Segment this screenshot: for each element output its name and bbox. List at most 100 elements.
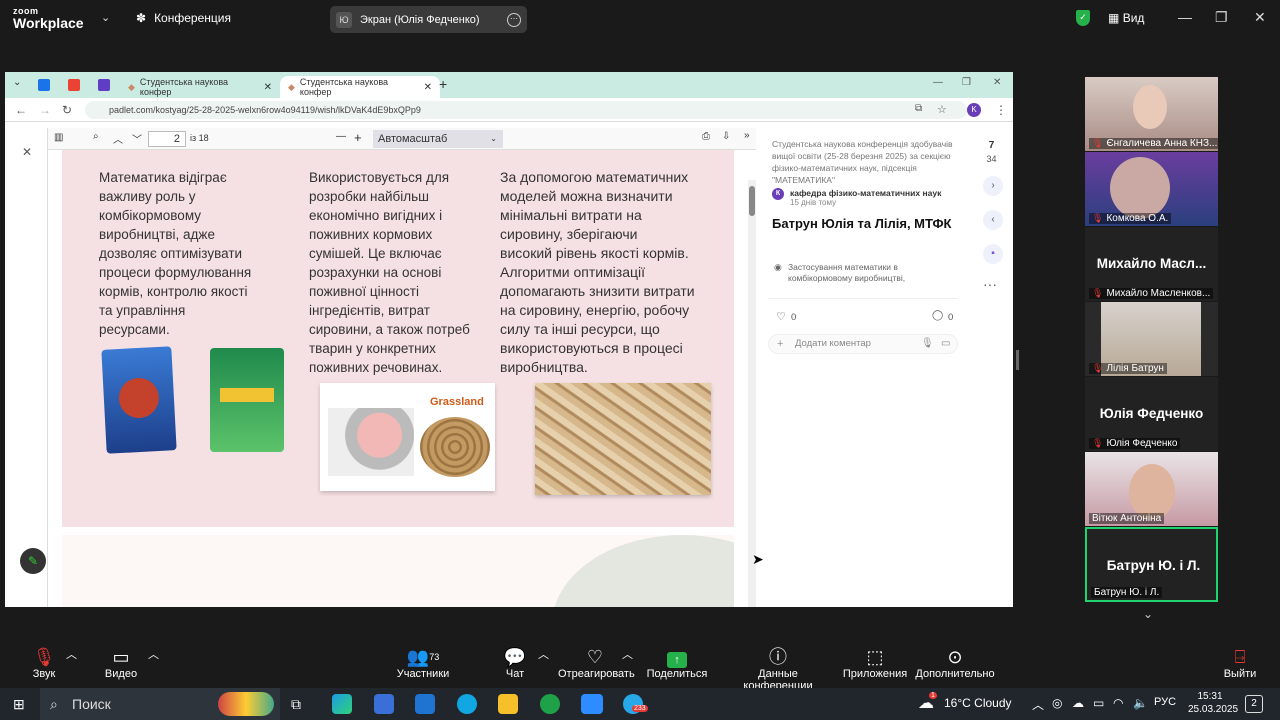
- cloud-sync-icon[interactable]: ☁: [1072, 696, 1084, 710]
- next-page-icon[interactable]: ﹀: [132, 131, 142, 146]
- close-icon[interactable]: ✕: [993, 77, 1001, 88]
- participant-tile[interactable]: Михайло Масл... 🎙 Михайло Масленков...: [1085, 227, 1218, 301]
- notification-center-icon[interactable]: 2: [1245, 695, 1263, 713]
- heart-icon[interactable]: ♡: [776, 310, 786, 323]
- tray-chevron-icon[interactable]: ︿: [1032, 696, 1044, 713]
- close-icon[interactable]: ✕: [1254, 9, 1266, 26]
- volume-icon[interactable]: 🔈: [1133, 696, 1148, 710]
- edit-pencil-icon[interactable]: ✎: [20, 548, 46, 574]
- battery-icon[interactable]: ▭: [1093, 696, 1104, 710]
- leave-button[interactable]: ⍈ Выйти: [1222, 646, 1258, 680]
- scrollbar-thumb[interactable]: [749, 186, 755, 216]
- minimize-icon[interactable]: —: [1178, 9, 1192, 25]
- mic-icon[interactable]: 🎙: [921, 335, 934, 353]
- zoom-taskbar-icon[interactable]: [581, 694, 603, 714]
- more-icon[interactable]: ···: [983, 276, 997, 292]
- comments-panel-icon[interactable]: ▪: [983, 244, 1003, 264]
- participant-tile[interactable]: 🎙 Єнгаличева Анна КНЗ...: [1085, 77, 1218, 151]
- apps-button[interactable]: ⬚ Приложения: [842, 646, 908, 680]
- tab-close-icon[interactable]: ✕: [424, 82, 432, 93]
- save-icon[interactable]: ⇩: [722, 131, 730, 142]
- forms-icon[interactable]: [98, 79, 110, 91]
- audio-options-caret-icon[interactable]: ︿: [66, 646, 77, 662]
- zoom-in-icon[interactable]: +: [354, 130, 362, 145]
- participant-tile[interactable]: Вітюк Антоніна: [1085, 452, 1218, 526]
- react-options-caret-icon[interactable]: ︿: [622, 646, 633, 662]
- tab-2[interactable]: ◆ Студентська наукова конфер ✕: [280, 76, 440, 98]
- video-button[interactable]: ▭ Видео: [101, 646, 141, 680]
- menu-kebab-icon[interactable]: ⋮: [995, 103, 1007, 117]
- maximize-icon[interactable]: ❐: [962, 77, 971, 88]
- panel-splitter[interactable]: [1016, 350, 1019, 370]
- participant-tile[interactable]: 🎙 Комкова О.А.: [1085, 152, 1218, 226]
- skype-icon[interactable]: [457, 694, 477, 714]
- screen-share-indicator[interactable]: Ю Экран (Юлія Федченко) ···: [330, 6, 527, 33]
- tab-close-icon[interactable]: ✕: [264, 82, 272, 93]
- url-bar[interactable]: padlet.com/kostyag/25-28-2025-welxn6row4…: [85, 101, 967, 119]
- scroll-down-icon[interactable]: ⌄: [1143, 607, 1153, 621]
- video-record-icon[interactable]: ▭: [941, 335, 950, 353]
- clock[interactable]: 15:31 25.03.2025: [1188, 690, 1238, 716]
- store-icon[interactable]: [374, 694, 394, 714]
- profile-avatar[interactable]: K: [967, 103, 981, 117]
- prev-page-icon[interactable]: ︿: [113, 131, 123, 146]
- forward-icon[interactable]: →: [39, 103, 51, 117]
- more-button[interactable]: ⊙ Дополнительно: [915, 646, 995, 680]
- more-options-icon[interactable]: ···: [507, 12, 521, 27]
- chat-options-caret-icon[interactable]: ︿: [538, 646, 549, 662]
- participant-tile[interactable]: Юлія Федченко 🎙 Юлія Федченко: [1085, 377, 1218, 451]
- location-icon[interactable]: ◎: [1052, 696, 1062, 710]
- react-button[interactable]: ♡ Отреагировать: [558, 646, 635, 680]
- security-shield-icon[interactable]: ✓: [1076, 10, 1090, 26]
- app-icon[interactable]: [540, 694, 560, 714]
- audio-button[interactable]: 🎙 Звук: [26, 646, 62, 680]
- windows-start-icon[interactable]: ⊞: [13, 696, 25, 713]
- tab-search-icon[interactable]: ⌄: [13, 77, 21, 88]
- search-icon[interactable]: ⌕: [93, 131, 99, 142]
- chat-button[interactable]: 💬 Чат: [500, 646, 530, 680]
- chevron-down-icon[interactable]: ⌄: [101, 11, 110, 24]
- view-menu[interactable]: ▦ Вид: [1108, 11, 1144, 25]
- mail-icon[interactable]: [415, 694, 435, 714]
- meeting-menu[interactable]: ✽ Конференция: [136, 11, 231, 25]
- plus-icon[interactable]: +: [777, 335, 783, 353]
- tab-1[interactable]: ◆ Студентська наукова конфер ✕: [120, 76, 280, 98]
- file-explorer-icon[interactable]: [498, 694, 518, 714]
- page-number-input[interactable]: 2: [148, 131, 186, 147]
- share-screen-icon: ↑: [646, 646, 708, 668]
- new-tab-button[interactable]: +: [439, 76, 447, 92]
- sidebar-toggle-icon[interactable]: ▥: [54, 132, 63, 143]
- share-button[interactable]: ↑ Поделиться: [646, 646, 708, 680]
- zoom-select[interactable]: Автомасштаб ⌄: [373, 130, 503, 148]
- tools-chevron-icon[interactable]: »: [744, 130, 750, 141]
- gmail-icon[interactable]: [68, 79, 80, 91]
- minimize-icon[interactable]: —: [933, 77, 943, 88]
- edge-icon[interactable]: [332, 694, 352, 714]
- participant-tile-active-speaker[interactable]: Батрун Ю. і Л. Батрун Ю. і Л.: [1085, 527, 1218, 602]
- participant-tile[interactable]: 🎙 Лілія Батрун: [1085, 302, 1218, 376]
- back-icon[interactable]: ←: [15, 103, 27, 117]
- pdf-scrollbar[interactable]: [748, 180, 756, 607]
- language-indicator[interactable]: РУС: [1154, 696, 1176, 708]
- wifi-icon[interactable]: ◠: [1113, 696, 1123, 710]
- zoom-out-icon[interactable]: —: [336, 131, 346, 142]
- meeting-info-button[interactable]: ⓘ Данные конференции: [724, 646, 832, 692]
- comment-icon[interactable]: ◯: [932, 310, 943, 321]
- prev-post-icon[interactable]: ‹: [983, 210, 1003, 230]
- maximize-icon[interactable]: ❐: [1215, 9, 1228, 26]
- video-options-caret-icon[interactable]: ︿: [148, 646, 159, 662]
- star-icon[interactable]: ☆: [937, 103, 947, 116]
- shared-browser-window: ⌄ ◆ Студентська наукова конфер ✕ ◆ Студе…: [5, 72, 1013, 607]
- next-post-icon[interactable]: ›: [983, 176, 1003, 196]
- weather-text[interactable]: 16°C Cloudy: [944, 696, 1012, 710]
- install-icon[interactable]: ⧉: [915, 103, 922, 114]
- participants-button[interactable]: 👥73 Участники: [395, 646, 451, 680]
- post-attachment[interactable]: Застосування математики в комбікормовому…: [788, 262, 948, 284]
- reload-icon[interactable]: ↻: [62, 103, 72, 117]
- close-icon[interactable]: ✕: [22, 145, 32, 159]
- task-view-icon[interactable]: ⧉: [291, 696, 301, 713]
- print-icon[interactable]: ⎙: [702, 131, 710, 142]
- comment-input[interactable]: + Додати коментар 🎙 ▭: [768, 334, 958, 354]
- bookmark-icon[interactable]: [38, 79, 50, 91]
- taskbar-search[interactable]: ⌕ Поиск: [40, 688, 280, 720]
